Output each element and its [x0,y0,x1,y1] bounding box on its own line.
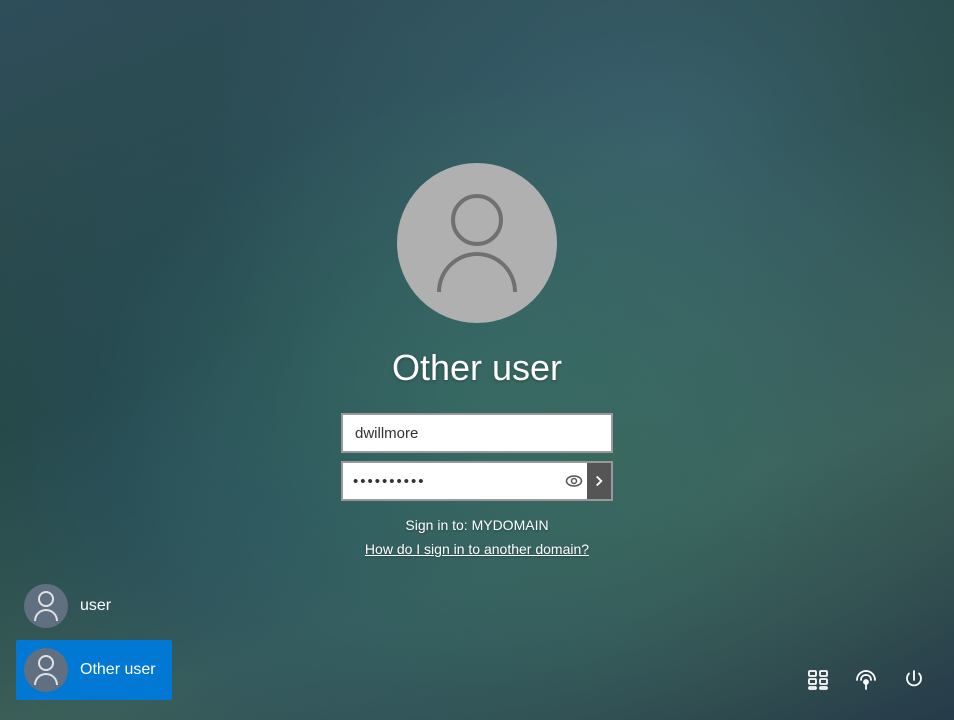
sign-in-to-label: Sign in to: MYDOMAIN [405,517,548,533]
ua-body [34,609,58,621]
user-avatar-small-other [24,648,68,692]
user-item-other[interactable]: Other user [16,640,172,700]
username-input[interactable] [341,413,613,453]
user-avatar [397,163,557,323]
ua-body-2 [34,673,58,685]
user-icon-user [34,591,58,621]
power-button[interactable] [894,660,934,700]
bottom-right-controls [798,660,934,700]
power-icon [902,668,926,692]
network-button[interactable] [846,660,886,700]
user-icon-other [34,655,58,685]
user-list: user Other user [16,576,172,700]
avatar-icon [437,194,517,292]
avatar-head [451,194,503,246]
password-input[interactable] [343,473,562,490]
user-item-label-user: user [80,597,111,615]
login-panel: Other user Sign in to: MYDOMAIN How do I… [341,163,613,557]
how-to-sign-in-link[interactable]: How do I sign in to another domain? [365,541,589,557]
ua-head-2 [38,655,54,671]
user-item-label-other: Other user [80,661,156,679]
user-display-name: Other user [392,347,562,389]
submit-button[interactable] [587,463,612,499]
avatar-body [437,252,517,292]
ua-head [38,591,54,607]
show-password-button[interactable] [562,463,587,499]
user-item-user[interactable]: user [16,576,172,636]
user-avatar-small-user [24,584,68,628]
accessibility-button[interactable] [798,660,838,700]
network-icon [854,668,878,692]
accessibility-icon [806,668,830,692]
password-container [341,461,613,501]
